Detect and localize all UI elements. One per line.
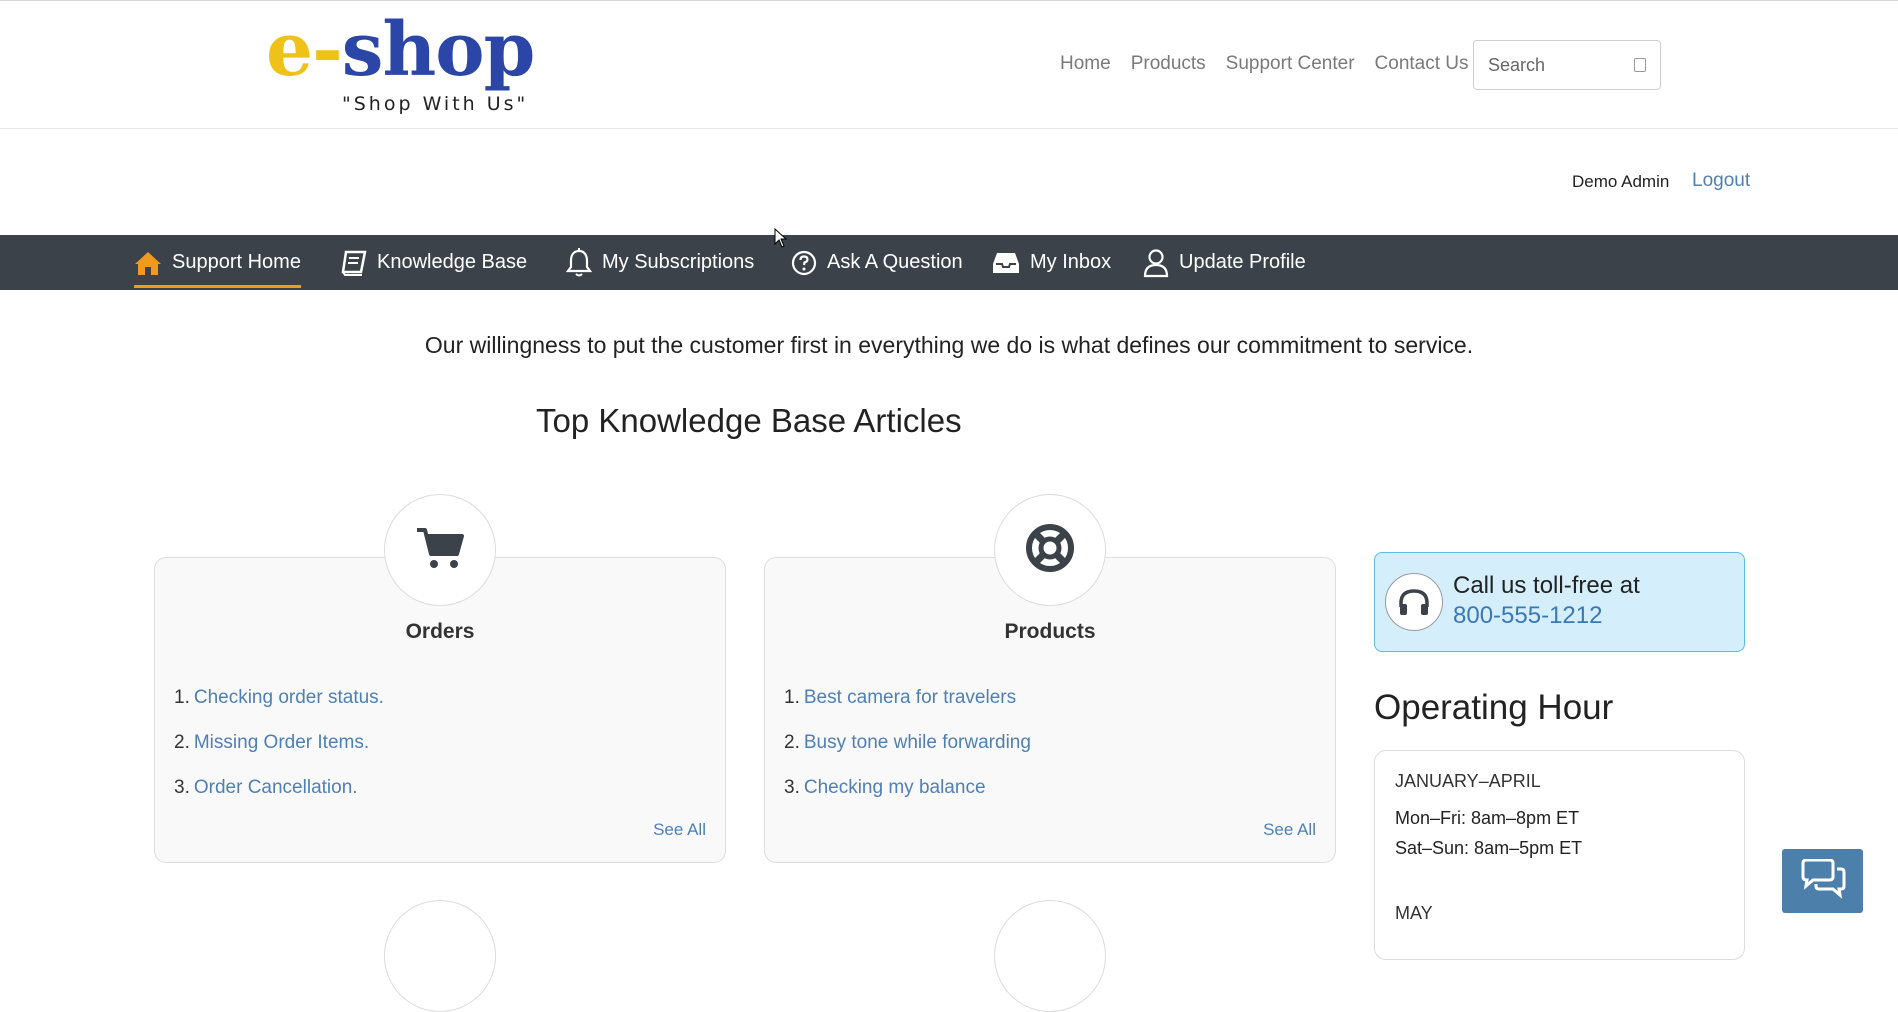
- article-link[interactable]: Missing Order Items.: [194, 732, 369, 753]
- card-icon-circle-partial: [994, 900, 1106, 1012]
- logo-e: e-: [266, 7, 343, 93]
- tab-label: My Inbox: [1030, 251, 1112, 273]
- article-link[interactable]: Busy tone while forwarding: [804, 732, 1031, 753]
- home-icon: [134, 250, 162, 276]
- tab-label: Ask A Question: [827, 251, 963, 273]
- section-title: Top Knowledge Base Articles: [536, 402, 962, 439]
- logo-shop: shop: [341, 7, 536, 93]
- phone-number-link[interactable]: 800-555-1212: [1453, 601, 1602, 631]
- top-navigation: Home Products Support Center Contact Us: [1060, 53, 1469, 75]
- service-tagline: Our willingness to put the customer firs…: [424, 332, 1474, 358]
- nav-home[interactable]: Home: [1060, 53, 1111, 75]
- tab-label: Knowledge Base: [377, 251, 528, 273]
- list-item: 1. Best camera for travelers: [784, 687, 1017, 708]
- tab-update-profile[interactable]: Update Profile: [1143, 235, 1306, 290]
- card-title: Orders: [405, 620, 475, 643]
- card-icon-circle: [994, 494, 1106, 606]
- article-link[interactable]: Best camera for travelers: [804, 687, 1016, 708]
- lifebuoy-icon: [1026, 523, 1074, 577]
- weekend-hours: Sat–Sun: 8am–5pm ET: [1395, 838, 1583, 858]
- question-circle-icon: [791, 250, 817, 276]
- list-item: 3. Order Cancellation.: [174, 777, 358, 798]
- period-label: JANUARY–APRIL: [1395, 771, 1541, 791]
- cart-icon: [416, 526, 464, 575]
- article-list: 1. Checking order status. 2. Missing Order…: [174, 686, 384, 821]
- book-icon: [341, 250, 367, 276]
- search-input[interactable]: [1474, 41, 1614, 89]
- logo-wordmark: e-shop: [266, 5, 536, 95]
- inbox-icon: [992, 251, 1020, 275]
- article-list: 1. Best camera for travelers 2. Busy tone …: [784, 686, 1031, 821]
- operating-hours-title: Operating Hour: [1374, 688, 1614, 727]
- logo-tagline: "Shop With Us": [342, 93, 529, 115]
- article-link[interactable]: Checking my balance: [804, 777, 986, 798]
- card-icon-circle-partial: [384, 900, 496, 1012]
- article-link[interactable]: Order Cancellation.: [194, 777, 358, 798]
- user-icon: [1143, 248, 1169, 278]
- bell-icon: [566, 247, 592, 278]
- search-box: [1473, 40, 1661, 90]
- tab-ask-a-question[interactable]: Ask A Question: [791, 235, 963, 290]
- chat-button[interactable]: [1782, 849, 1863, 913]
- support-nav-bar: Support Home Knowledge Base My Subscript…: [0, 235, 1898, 290]
- nav-support-center[interactable]: Support Center: [1226, 53, 1355, 75]
- tab-label: Support Home: [172, 251, 301, 273]
- weekday-hours: Mon–Fri: 8am–8pm ET: [1395, 808, 1580, 828]
- user-name: Demo Admin: [1572, 172, 1670, 191]
- chat-bubbles-icon: [1799, 858, 1847, 904]
- tab-my-inbox[interactable]: My Inbox: [992, 235, 1111, 290]
- list-item: 2. Busy tone while forwarding: [784, 732, 1031, 753]
- headset-icon: [1385, 573, 1443, 631]
- tab-my-subscriptions[interactable]: My Subscriptions: [566, 235, 754, 290]
- tab-support-home[interactable]: Support Home: [134, 235, 301, 290]
- period-label: MAY: [1395, 903, 1433, 923]
- article-link[interactable]: Checking order status.: [194, 687, 384, 708]
- search-icon[interactable]: [1634, 58, 1646, 72]
- mouse-cursor: [774, 227, 788, 253]
- operating-hours-box: JANUARY–APRIL Mon–Fri: 8am–8pm ET Sat–Su…: [1374, 750, 1745, 960]
- see-all-link[interactable]: See All: [1263, 820, 1316, 840]
- card-icon-circle: [384, 494, 496, 606]
- list-item: 3. Checking my balance: [784, 777, 986, 798]
- tab-label: My Subscriptions: [602, 251, 755, 273]
- call-toll-free-box: Call us toll-free at 800-555-1212: [1374, 552, 1745, 652]
- tab-label: Update Profile: [1179, 251, 1306, 273]
- list-item: 2. Missing Order Items.: [174, 732, 370, 753]
- list-item: 1. Checking order status.: [174, 687, 384, 708]
- nav-products[interactable]: Products: [1131, 53, 1206, 75]
- see-all-link[interactable]: See All: [653, 820, 706, 840]
- site-header: e-shop "Shop With Us" Home Products Supp…: [0, 1, 1898, 129]
- eshop-logo[interactable]: e-shop "Shop With Us": [266, 5, 536, 121]
- card-title: Products: [1004, 620, 1096, 643]
- call-text: Call us toll-free at: [1453, 572, 1640, 599]
- tab-knowledge-base[interactable]: Knowledge Base: [341, 235, 527, 290]
- logout-link[interactable]: Logout: [1692, 170, 1750, 192]
- nav-contact-us[interactable]: Contact Us: [1375, 53, 1469, 75]
